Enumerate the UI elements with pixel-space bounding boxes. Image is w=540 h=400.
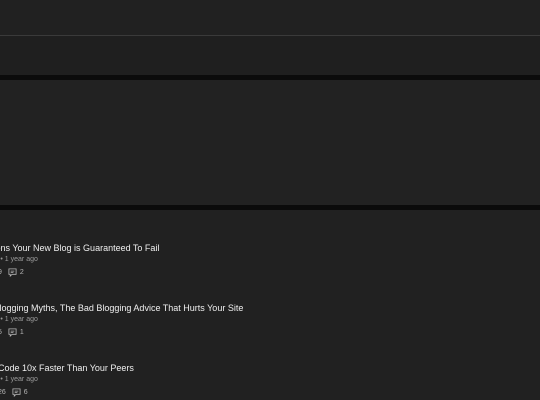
top-bar	[0, 0, 540, 36]
like-count: 26	[0, 388, 6, 396]
post-title[interactable]: 0 Blogging Myths, The Bad Blogging Advic…	[0, 303, 540, 314]
post-meta: ews • 1 year ago	[0, 315, 540, 325]
comment-icon	[8, 267, 17, 277]
post-meta: ews • 1 year ago	[0, 375, 540, 385]
comment-icon	[12, 387, 21, 397]
post-title[interactable]: To Code 10x Faster Than Your Peers	[0, 363, 540, 374]
comment-icon	[8, 327, 17, 337]
comment-count: 6	[23, 388, 28, 396]
post-actions: 9 2	[0, 266, 540, 278]
post-feed: asons Your New Blog is Guaranteed To Fai…	[0, 210, 540, 400]
comment-button[interactable]: 2	[8, 267, 24, 277]
post-title[interactable]: asons Your New Blog is Guaranteed To Fai…	[0, 243, 540, 254]
content-panel	[0, 80, 540, 205]
like-count: 5	[0, 329, 2, 336]
list-item: asons Your New Blog is Guaranteed To Fai…	[0, 243, 540, 278]
comment-button[interactable]: 6	[12, 387, 28, 397]
post-meta: ews • 1 year ago	[0, 255, 540, 265]
post-actions: 5 1	[0, 326, 540, 338]
comment-count: 2	[19, 268, 24, 276]
comment-button[interactable]: 1	[8, 327, 24, 337]
like-button[interactable]: 9	[0, 268, 2, 277]
post-time: 1 year ago	[4, 316, 38, 323]
sub-bar	[0, 36, 540, 75]
post-actions: 26 6	[0, 386, 540, 398]
comment-count: 1	[19, 328, 24, 336]
like-count: 9	[0, 269, 2, 276]
post-time: 1 year ago	[4, 376, 38, 383]
like-button[interactable]: 5	[0, 328, 2, 337]
like-button[interactable]: 26	[0, 388, 6, 397]
post-time: 1 year ago	[4, 256, 38, 263]
list-item: To Code 10x Faster Than Your Peers ews •…	[0, 363, 540, 398]
list-item: 0 Blogging Myths, The Bad Blogging Advic…	[0, 303, 540, 338]
page: asons Your New Blog is Guaranteed To Fai…	[0, 0, 540, 400]
